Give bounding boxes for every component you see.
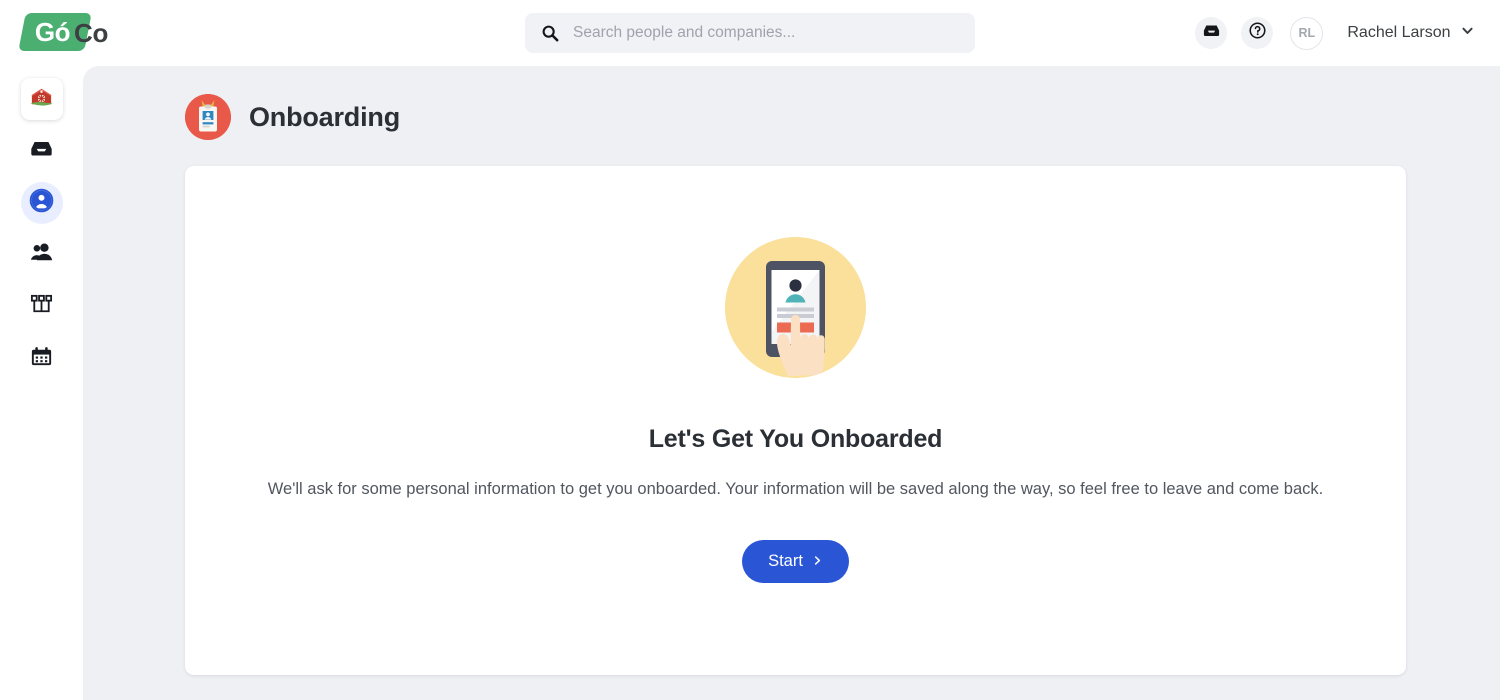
help-circle-icon [1248, 21, 1267, 45]
id-badge-icon [185, 94, 231, 140]
sidebar-item-org-chart[interactable] [21, 286, 63, 328]
inbox-button[interactable] [1195, 17, 1228, 49]
user-name-label: Rachel Larson [1347, 24, 1451, 41]
content-area: Onboarding Let's Get You Onboarded We'll… [83, 66, 1500, 700]
chevron-down-icon [1461, 24, 1474, 42]
goco-logo[interactable]: Gó Co [18, 12, 112, 52]
sidebar-item-inbox[interactable] [21, 130, 63, 172]
onboarding-card: Let's Get You Onboarded We'll ask for so… [185, 166, 1406, 675]
start-button[interactable]: Start [742, 540, 849, 583]
help-button[interactable] [1241, 17, 1274, 49]
sidebar-item-calendar[interactable] [21, 338, 63, 380]
page-header: Onboarding [185, 94, 400, 140]
people-icon [29, 240, 54, 270]
left-sidebar [0, 66, 83, 700]
page-title: Onboarding [249, 101, 400, 132]
person-circle-icon [29, 188, 54, 218]
org-chart-icon [29, 292, 54, 322]
avatar[interactable]: RL [1290, 16, 1324, 50]
barn-home-icon [29, 84, 54, 114]
search-input[interactable] [573, 24, 959, 42]
avatar-initials: RL [1298, 26, 1316, 40]
top-header-bar: Gó Co Search people and companies... RL … [0, 0, 1500, 66]
start-button-label: Start [768, 552, 803, 570]
inbox-icon [29, 136, 54, 166]
search-icon [541, 24, 559, 42]
chevron-right-icon [812, 554, 823, 569]
logo-co-text: Co [74, 18, 109, 48]
sidebar-item-home[interactable] [20, 78, 63, 120]
sidebar-item-team[interactable] [21, 234, 63, 276]
card-title: Let's Get You Onboarded [648, 425, 943, 453]
inbox-icon [1202, 21, 1221, 45]
card-description: We'll ask for some personal information … [267, 480, 1324, 498]
sidebar-item-my-profile[interactable] [20, 182, 63, 224]
user-menu[interactable]: Rachel Larson [1347, 24, 1474, 42]
calendar-icon [29, 344, 54, 374]
header-actions: RL Rachel Larson [1195, 0, 1474, 66]
logo-go-text: Gó [35, 16, 71, 47]
global-search[interactable] [525, 13, 975, 53]
phone-tap-illustration [725, 237, 866, 378]
